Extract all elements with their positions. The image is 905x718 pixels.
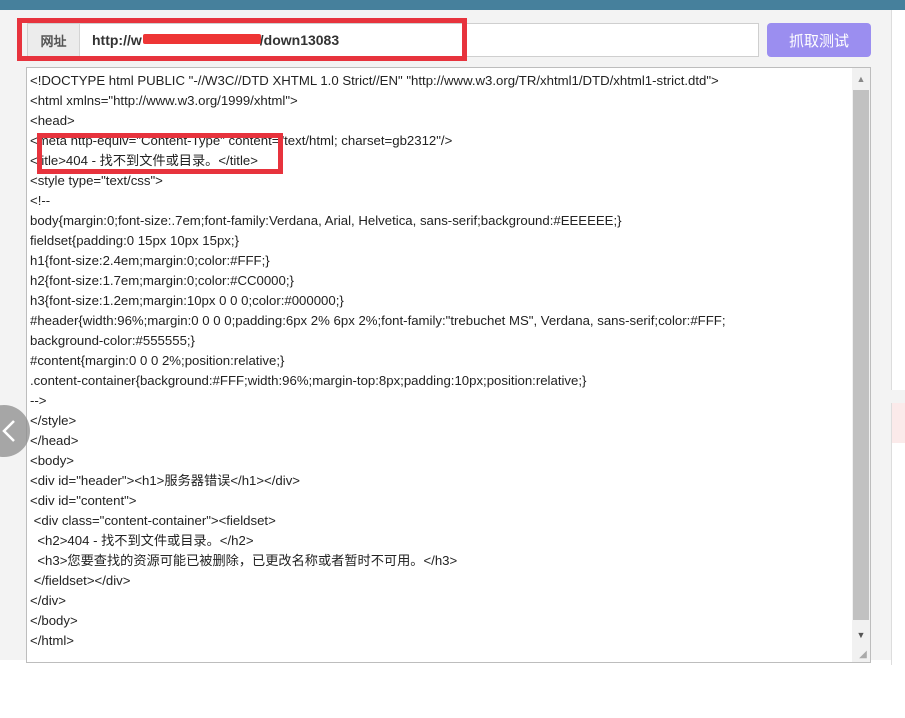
code-line: <div class="content-container"><fieldset… (30, 513, 276, 528)
code-line: h1{font-size:2.4em;margin:0;color:#FFF;} (30, 253, 270, 268)
code-line: h3{font-size:1.2em;margin:10px 0 0 0;col… (30, 293, 344, 308)
code-line: #header{width:96%;margin:0 0 0 0;padding… (30, 313, 726, 328)
resize-grip-icon[interactable]: ◢ (857, 649, 869, 661)
title-highlight-box (37, 133, 283, 174)
code-line: <style type="text/css"> (30, 173, 163, 188)
side-panel-accent (892, 403, 905, 443)
code-line: </fieldset></div> (30, 573, 131, 588)
code-line: --> (30, 393, 47, 408)
scrollbar-thumb[interactable] (853, 90, 869, 620)
code-line: h2{font-size:1.7em;margin:0;color:#CC000… (30, 273, 294, 288)
url-highlight-box (17, 18, 467, 61)
chevron-left-icon (2, 420, 15, 442)
code-line: </body> (30, 613, 78, 628)
code-line: <!-- (30, 193, 51, 208)
code-line: fieldset{padding:0 15px 10px 15px;} (30, 233, 239, 248)
code-line: </style> (30, 413, 77, 428)
vertical-scrollbar[interactable]: ▲ ▼ (852, 68, 870, 662)
code-line: <body> (30, 453, 74, 468)
side-panel (891, 10, 905, 390)
code-line: </html> (30, 633, 74, 648)
code-line: </head> (30, 433, 79, 448)
scroll-up-icon[interactable]: ▲ (852, 70, 870, 88)
code-line: .content-container{background:#FFF;width… (30, 373, 587, 388)
code-line: <html xmlns="http://www.w3.org/1999/xhtm… (30, 93, 298, 108)
code-line: </div> (30, 593, 66, 608)
scroll-down-icon[interactable]: ▼ (852, 626, 870, 644)
code-line: <h3>您要查找的资源可能已被删除，已更改名称或者暂时不可用。</h3> (30, 553, 458, 568)
code-line: background-color:#555555;} (30, 333, 195, 348)
bottom-area (0, 660, 905, 718)
code-line: #content{margin:0 0 0 2%;position:relati… (30, 353, 285, 368)
code-line: <!DOCTYPE html PUBLIC "-//W3C//DTD XHTML… (30, 73, 719, 88)
code-line: <head> (30, 113, 75, 128)
fetch-test-button[interactable]: 抓取测试 (767, 23, 871, 57)
code-line: <div id="content"> (30, 493, 137, 508)
top-bar (0, 0, 905, 10)
code-line: body{margin:0;font-size:.7em;font-family… (30, 213, 622, 228)
code-line: <h2>404 - 找不到文件或目录。</h2> (30, 533, 254, 548)
code-line: <div id="header"><h1>服务器错误</h1></div> (30, 473, 300, 488)
